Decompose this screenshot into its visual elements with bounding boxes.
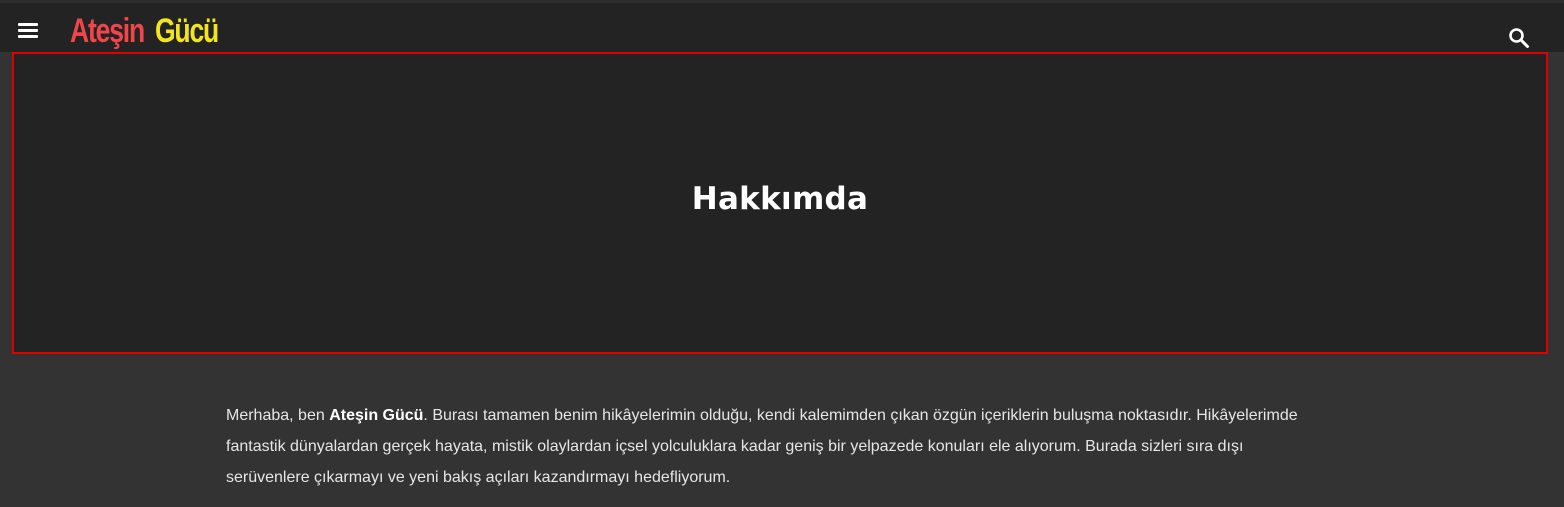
intro-prefix: Merhaba, ben xyxy=(226,407,330,424)
search-icon[interactable] xyxy=(1508,27,1530,49)
logo-word-1: Ateşin xyxy=(70,12,145,50)
intro-author-name: Ateşin Gücü xyxy=(329,407,424,424)
page-title: Hakkımda xyxy=(691,180,869,217)
page: Ateşin Gücü Hakkımda Merhaba, ben Ateşin … xyxy=(0,0,1564,507)
site-logo[interactable]: Ateşin Gücü xyxy=(70,11,219,51)
search-icon-graphic xyxy=(1509,28,1529,48)
top-bar: Ateşin Gücü xyxy=(0,0,1564,52)
page-header-banner: Hakkımda xyxy=(12,52,1548,354)
logo-word-2: Gücü xyxy=(154,12,219,50)
about-text: Merhaba, ben Ateşin Gücü. Burası tamamen… xyxy=(226,400,1326,493)
hamburger-menu-icon[interactable] xyxy=(18,23,46,47)
